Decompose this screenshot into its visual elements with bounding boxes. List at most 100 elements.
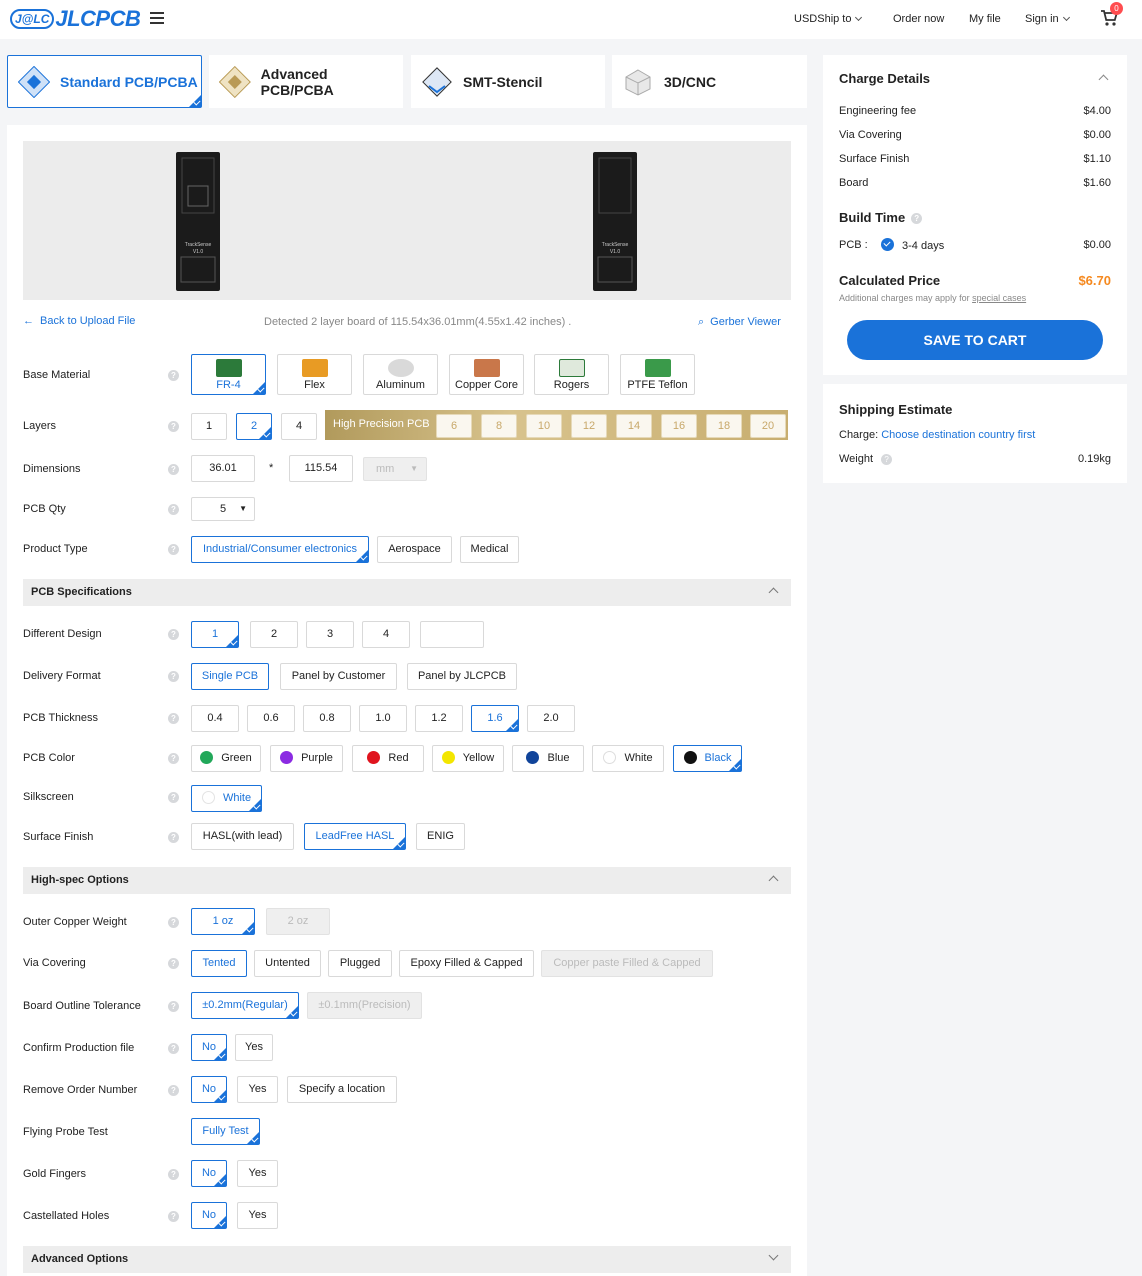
thickness-option-1.0[interactable]: 1.0 bbox=[359, 705, 407, 732]
help-icon[interactable]: ? bbox=[168, 370, 179, 381]
via-option-tented[interactable]: Tented bbox=[191, 950, 247, 977]
radio-checked-icon[interactable] bbox=[881, 238, 894, 251]
thickness-option-0.4[interactable]: 0.4 bbox=[191, 705, 239, 732]
pcb-specifications-header[interactable]: PCB Specifications bbox=[23, 579, 791, 606]
help-icon[interactable]: ? bbox=[168, 1211, 179, 1222]
product-type-industrial[interactable]: Industrial/Consumer electronics bbox=[191, 536, 369, 563]
tab-advanced-pcb[interactable]: Advanced PCB/PCBA bbox=[209, 55, 403, 108]
pcb-qty-select[interactable]: 5 ▼ bbox=[191, 497, 255, 521]
color-option-blue[interactable]: Blue bbox=[512, 745, 584, 772]
sign-in-link[interactable]: Sign in bbox=[1025, 13, 1070, 25]
material-option-aluminum[interactable]: Aluminum bbox=[363, 354, 438, 395]
help-icon[interactable]: ? bbox=[168, 713, 179, 724]
build-days[interactable]: 3-4 days bbox=[902, 240, 944, 252]
help-icon[interactable]: ? bbox=[881, 453, 893, 465]
remove-order-no[interactable]: No bbox=[191, 1076, 227, 1103]
remove-order-specify-location[interactable]: Specify a location bbox=[287, 1076, 397, 1103]
help-icon[interactable]: ? bbox=[168, 1001, 179, 1012]
help-icon[interactable]: ? bbox=[168, 917, 179, 928]
choose-destination-link[interactable]: Choose destination country first bbox=[881, 429, 1035, 441]
gold-fingers-yes[interactable]: Yes bbox=[237, 1160, 278, 1187]
help-icon[interactable]: ? bbox=[168, 629, 179, 640]
help-icon[interactable]: ? bbox=[168, 753, 179, 764]
tab-smt-stencil[interactable]: SMT-Stencil bbox=[411, 55, 605, 108]
color-option-yellow[interactable]: Yellow bbox=[432, 745, 504, 772]
help-icon[interactable]: ? bbox=[168, 792, 179, 803]
different-design-option-4[interactable]: 4 bbox=[362, 621, 410, 648]
order-now-link[interactable]: Order now bbox=[893, 13, 944, 25]
via-option-plugged[interactable]: Plugged bbox=[328, 950, 392, 977]
delivery-single-pcb[interactable]: Single PCB bbox=[191, 663, 269, 690]
help-icon[interactable]: ? bbox=[168, 544, 179, 555]
help-icon[interactable]: ? bbox=[168, 464, 179, 475]
help-icon[interactable]: ? bbox=[168, 1085, 179, 1096]
help-icon[interactable]: ? bbox=[168, 504, 179, 515]
help-icon[interactable]: ? bbox=[168, 958, 179, 969]
save-to-cart-button[interactable]: SAVE TO CART bbox=[847, 320, 1103, 360]
layers-option-8[interactable]: 8 bbox=[481, 414, 517, 438]
dimension-width-input[interactable]: 36.01 bbox=[191, 455, 255, 482]
gold-fingers-no[interactable]: No bbox=[191, 1160, 227, 1187]
copper-option-1oz[interactable]: 1 oz bbox=[191, 908, 255, 935]
my-file-link[interactable]: My file bbox=[969, 13, 1001, 25]
color-option-red[interactable]: Red bbox=[352, 745, 424, 772]
help-icon[interactable]: ? bbox=[168, 1043, 179, 1054]
delivery-panel-by-jlcpcb[interactable]: Panel by JLCPCB bbox=[407, 663, 517, 690]
castellated-no[interactable]: No bbox=[191, 1202, 227, 1229]
advanced-options-header[interactable]: Advanced Options bbox=[23, 1246, 791, 1273]
flying-probe-fully-test[interactable]: Fully Test bbox=[191, 1118, 260, 1145]
tolerance-regular[interactable]: ±0.2mm(Regular) bbox=[191, 992, 299, 1019]
layers-option-12[interactable]: 12 bbox=[571, 414, 607, 438]
color-option-black[interactable]: Black bbox=[673, 745, 742, 772]
chevron-up-icon[interactable] bbox=[1098, 74, 1109, 85]
layers-option-2[interactable]: 2 bbox=[236, 413, 272, 440]
material-option-copper-core[interactable]: Copper Core bbox=[449, 354, 524, 395]
finish-leadfree-hasl[interactable]: LeadFree HASL bbox=[304, 823, 406, 850]
material-option-ptfe-teflon[interactable]: PTFE Teflon bbox=[620, 354, 695, 395]
product-type-aerospace[interactable]: Aerospace bbox=[377, 536, 452, 563]
dimension-unit-select[interactable]: mm ▼ bbox=[363, 457, 427, 481]
layers-option-20[interactable]: 20 bbox=[750, 414, 786, 438]
via-option-copper-paste[interactable]: Copper paste Filled & Capped bbox=[541, 950, 713, 977]
help-icon[interactable]: ? bbox=[168, 832, 179, 843]
help-icon[interactable]: ? bbox=[911, 213, 923, 225]
silkscreen-option-white[interactable]: White bbox=[191, 785, 262, 812]
cart-button[interactable]: 0 bbox=[1099, 2, 1123, 28]
special-cases-link[interactable]: special cases bbox=[972, 293, 1026, 303]
different-design-option-2[interactable]: 2 bbox=[250, 621, 298, 648]
layers-option-4[interactable]: 4 bbox=[281, 413, 317, 440]
confirm-production-no[interactable]: No bbox=[191, 1034, 227, 1061]
thickness-option-1.6[interactable]: 1.6 bbox=[471, 705, 519, 732]
tolerance-precision[interactable]: ±0.1mm(Precision) bbox=[307, 992, 422, 1019]
layers-option-10[interactable]: 10 bbox=[526, 414, 562, 438]
finish-enig[interactable]: ENIG bbox=[416, 823, 465, 850]
jlcpcb-logo[interactable]: J@LC JLCPCB bbox=[10, 6, 141, 32]
material-option-flex[interactable]: Flex bbox=[277, 354, 352, 395]
color-option-white[interactable]: White bbox=[592, 745, 664, 772]
help-icon[interactable]: ? bbox=[168, 421, 179, 432]
gerber-viewer-link[interactable]: ⌕ Gerber Viewer bbox=[698, 316, 781, 329]
dimension-height-input[interactable]: 115.54 bbox=[289, 455, 353, 482]
finish-hasl-with-lead[interactable]: HASL(with lead) bbox=[191, 823, 294, 850]
hamburger-menu-icon[interactable] bbox=[150, 12, 164, 24]
color-option-green[interactable]: Green bbox=[191, 745, 261, 772]
different-design-custom-input[interactable] bbox=[420, 621, 484, 648]
different-design-option-3[interactable]: 3 bbox=[306, 621, 354, 648]
layers-option-14[interactable]: 14 bbox=[616, 414, 652, 438]
product-type-medical[interactable]: Medical bbox=[460, 536, 519, 563]
help-icon[interactable]: ? bbox=[168, 1169, 179, 1180]
tab-3d-cnc[interactable]: 3D/CNC bbox=[612, 55, 807, 108]
tab-standard-pcb[interactable]: Standard PCB/PCBA bbox=[7, 55, 202, 108]
different-design-option-1[interactable]: 1 bbox=[191, 621, 239, 648]
color-option-purple[interactable]: Purple bbox=[270, 745, 343, 772]
thickness-option-2.0[interactable]: 2.0 bbox=[527, 705, 575, 732]
material-option-rogers[interactable]: Rogers bbox=[534, 354, 609, 395]
layers-option-6[interactable]: 6 bbox=[436, 414, 472, 438]
material-option-fr4[interactable]: FR-4 bbox=[191, 354, 266, 395]
thickness-option-0.6[interactable]: 0.6 bbox=[247, 705, 295, 732]
layers-option-1[interactable]: 1 bbox=[191, 413, 227, 440]
copper-option-2oz[interactable]: 2 oz bbox=[266, 908, 330, 935]
high-spec-options-header[interactable]: High-spec Options bbox=[23, 867, 791, 894]
back-to-upload-link[interactable]: ← Back to Upload File bbox=[23, 315, 135, 327]
via-option-epoxy-filled[interactable]: Epoxy Filled & Capped bbox=[399, 950, 534, 977]
